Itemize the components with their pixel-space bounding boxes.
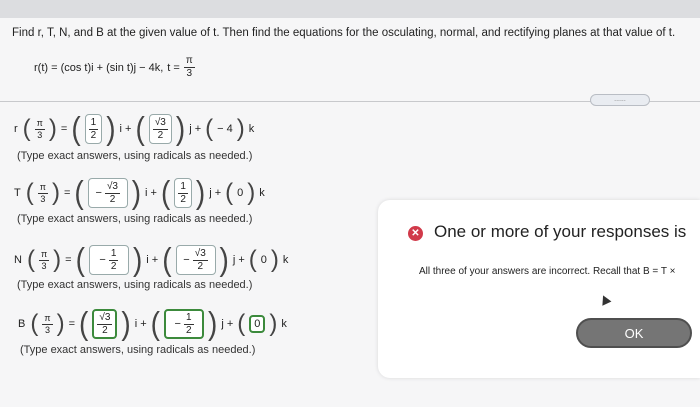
answer-T: T ( π3 ) = ( − √3 2 ) i + ( 12 ) j + ( 0 …: [14, 174, 265, 211]
answer-B: B ( π3 ) = ( √3 2 ) i + ( − 12 ) j + ( 0 …: [18, 305, 287, 342]
r-k-input[interactable]: − 4: [217, 123, 233, 135]
feedback-title: One or more of your responses is: [434, 222, 687, 241]
note-T: (Type exact answers, using radicals as n…: [17, 213, 253, 225]
answer-r: r ( π3 ) = ( 12 ) i + ( √3 2 ) j + ( − 4 …: [14, 110, 255, 147]
r-definition: r(t) = (cos t)i + (sin t)j − 4k,: [34, 61, 164, 74]
ok-button[interactable]: OK: [576, 318, 692, 348]
r-arg: π3: [34, 117, 45, 140]
feedback-message: All three of your answers are incorrect.…: [419, 266, 676, 277]
r-label: r: [14, 123, 18, 135]
N-label: N: [14, 254, 22, 266]
N-i-input[interactable]: − 12: [88, 245, 129, 275]
t-value: π 3: [183, 55, 195, 79]
T-i-input[interactable]: − √3 2: [87, 178, 128, 208]
t-label: t =: [167, 61, 180, 74]
note-B: (Type exact answers, using radicals as n…: [20, 344, 256, 356]
r-j-input[interactable]: √3 2: [148, 114, 172, 144]
N-arg: π3: [38, 248, 50, 271]
expand-button[interactable]: ......: [590, 94, 650, 106]
position-function: r(t) = (cos t)i + (sin t)j − 4k, t = π 3: [34, 56, 195, 79]
r-i-input[interactable]: 12: [84, 114, 103, 144]
T-k-input[interactable]: 0: [237, 187, 243, 199]
error-icon: ✕: [408, 226, 423, 241]
N-k-input[interactable]: 0: [261, 254, 267, 266]
B-arg: π3: [42, 312, 53, 335]
T-label: T: [14, 187, 21, 199]
T-j-input[interactable]: 12: [174, 178, 192, 208]
B-k-input[interactable]: 0: [249, 315, 266, 333]
note-r: (Type exact answers, using radicals as n…: [17, 150, 253, 162]
B-i-input[interactable]: √3 2: [92, 309, 118, 339]
B-label: B: [18, 318, 26, 330]
N-j-input[interactable]: − √3 2: [175, 245, 216, 275]
problem-statement: Find r, T, N, and B at the given value o…: [12, 27, 676, 39]
B-j-input[interactable]: − 12: [163, 309, 204, 339]
top-band: [0, 0, 700, 18]
T-arg: π3: [37, 181, 48, 204]
note-N: (Type exact answers, using radicals as n…: [17, 279, 253, 291]
answer-N: N ( π3 ) = ( − 12 ) i + ( − √3 2 ) j + ( …: [14, 241, 289, 278]
